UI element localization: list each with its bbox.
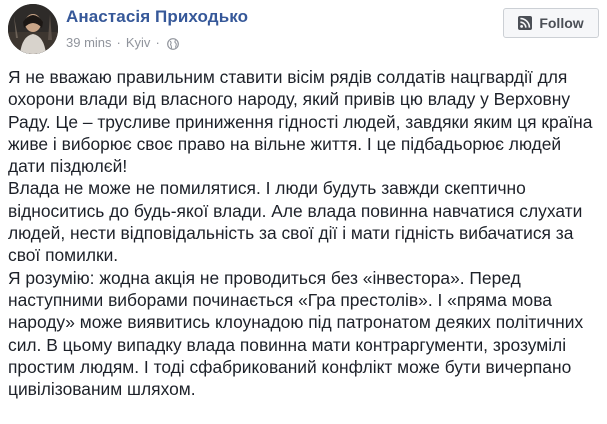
post-line: охорони влади від власного народу, який … (8, 89, 571, 110)
post-line: Раду. Це – трусливе приниження гідності … (8, 111, 593, 132)
author-avatar[interactable] (8, 4, 58, 54)
post-line: народу» може виявитись клоунадою під пат… (8, 312, 584, 333)
globe-icon[interactable] (166, 37, 179, 50)
post-line: цивілізованим шляхом. (8, 379, 196, 400)
post-header: Анастасія Приходько 39 mins · Kyiv · Fol… (8, 4, 599, 56)
meta-separator: · (155, 35, 160, 50)
post-line: Я розумію: жодна акція не проводиться бе… (8, 267, 521, 288)
post-body: Я не вважаю правильним ставити вісім ряд… (8, 66, 598, 400)
post-timestamp[interactable]: 39 mins (66, 35, 112, 50)
post-line: живе і виборює своє право на вільне житт… (8, 133, 562, 154)
post-line: відноситись до будь-якої влади. Але влад… (8, 200, 583, 221)
post-line: дати піздюлєй! (8, 156, 128, 177)
post-location[interactable]: Kyiv (126, 35, 151, 50)
post-line: Влада не може не помилятися. І люди буду… (8, 178, 526, 199)
meta-separator: · (116, 35, 121, 50)
post-line: простим людям. І тоді сфабрикований конф… (8, 356, 572, 377)
post-line: свої помилки. (8, 245, 119, 266)
avatar-image (8, 4, 58, 54)
post-line: сил. В цьому випадку влада повинна мати … (8, 334, 567, 355)
follow-button-label: Follow (539, 15, 584, 31)
facebook-post: Анастасія Приходько 39 mins · Kyiv · Fol… (0, 0, 607, 424)
post-line: Я не вважаю правильним ставити вісім ряд… (8, 67, 568, 87)
rss-icon (518, 16, 533, 30)
follow-button[interactable]: Follow (503, 8, 599, 38)
author-name-link[interactable]: Анастасія Приходько (66, 7, 248, 27)
post-meta: 39 mins · Kyiv · (66, 35, 179, 50)
post-line: наступними виборами починається «Гра пре… (8, 289, 552, 310)
post-line: людей, нести відповідальність за свої ді… (8, 223, 574, 244)
